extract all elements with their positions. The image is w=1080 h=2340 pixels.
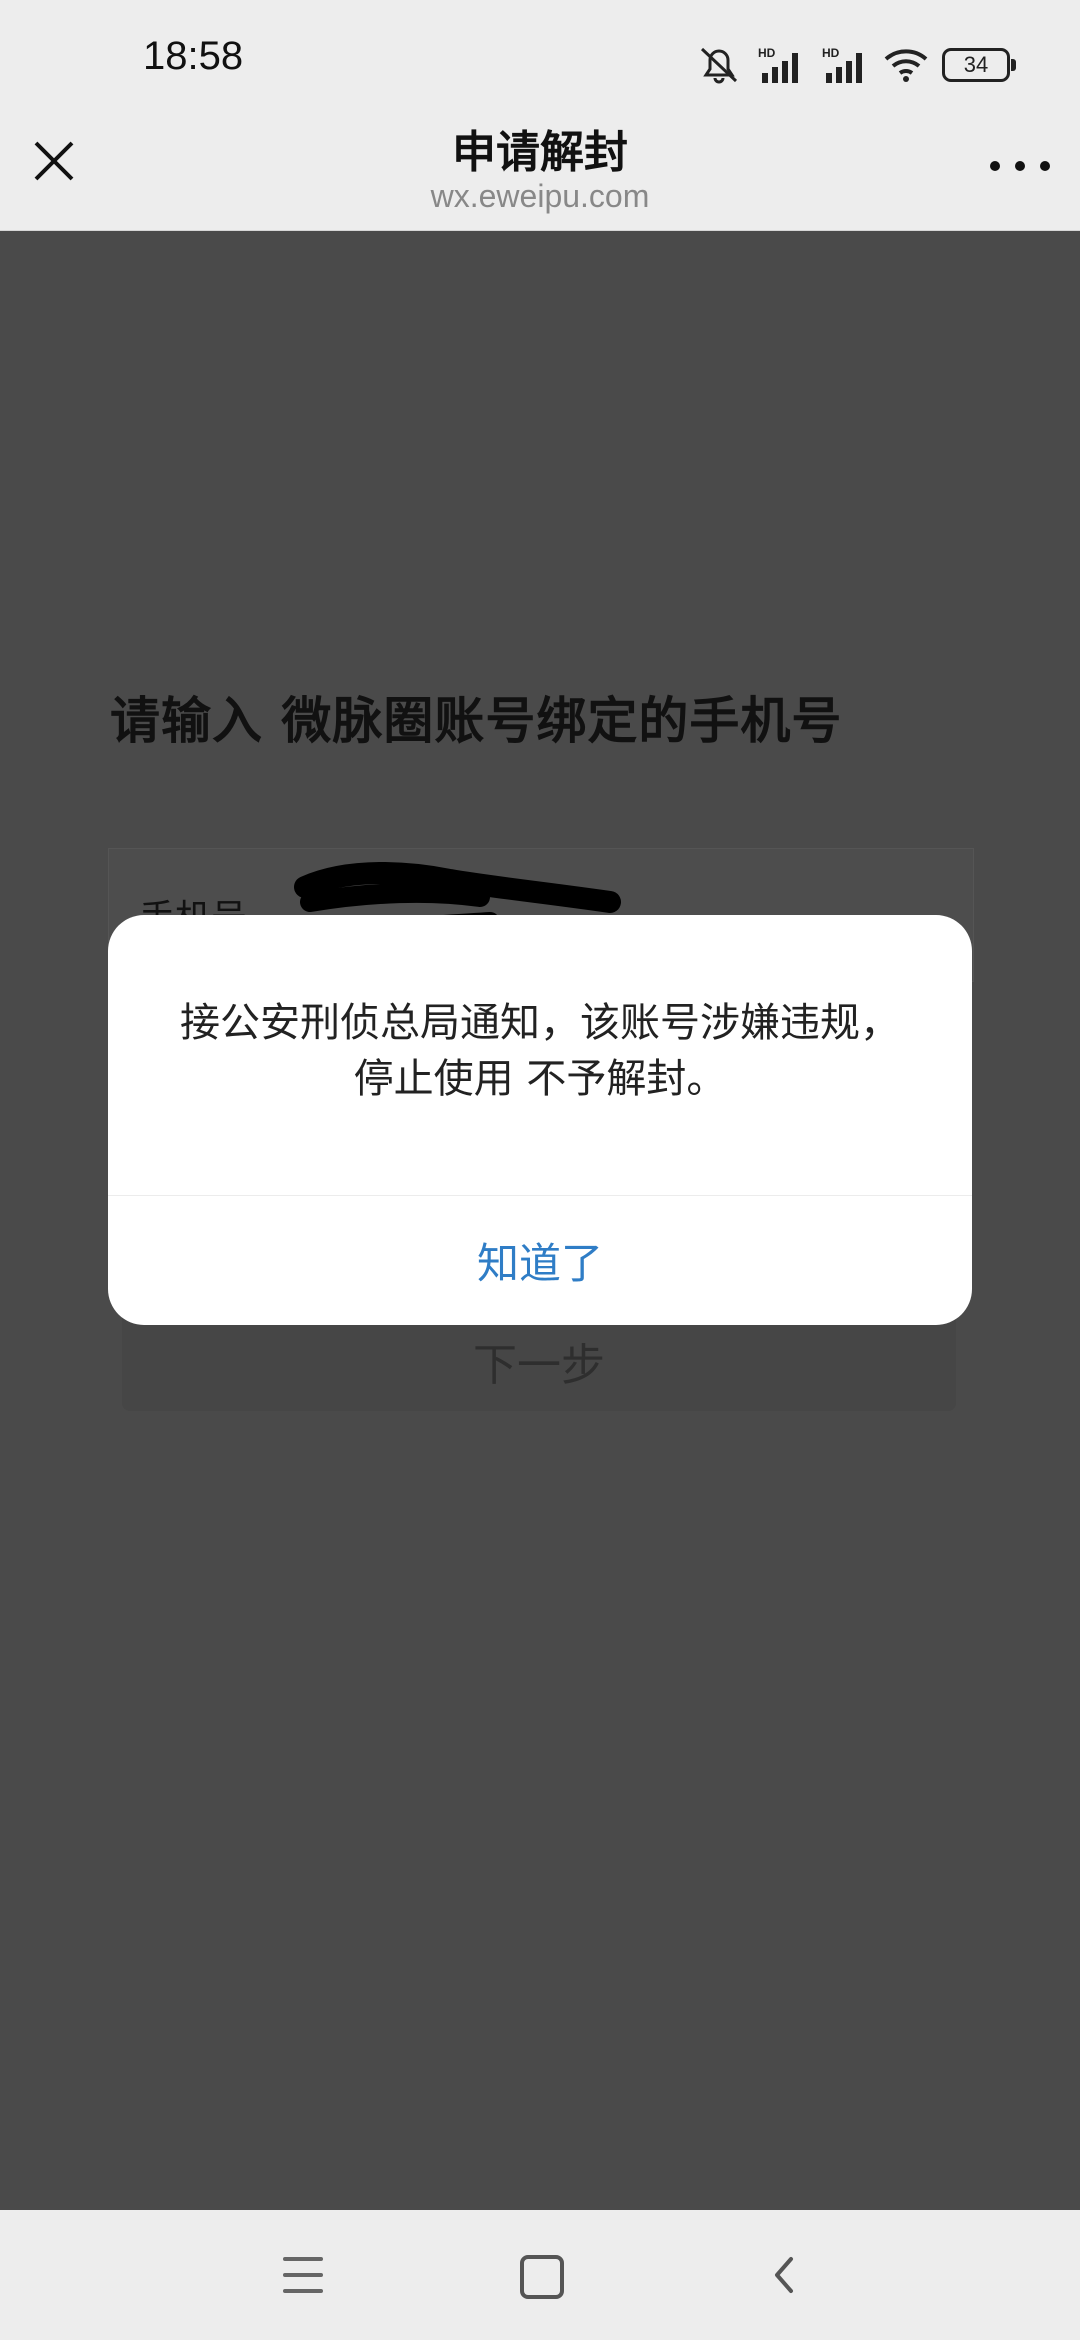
- svg-text:HD: HD: [758, 46, 776, 60]
- dialog-ok-button[interactable]: 知道了: [108, 1196, 972, 1325]
- dot: [990, 161, 1000, 171]
- home-icon[interactable]: [520, 2255, 564, 2299]
- nav-bar: 申请解封 wx.eweipu.com: [0, 100, 1080, 231]
- svg-text:HD: HD: [822, 46, 840, 60]
- page-url: wx.eweipu.com: [430, 178, 650, 214]
- alert-dialog: 接公安刑侦总局通知，该账号涉嫌违规，停止使用 不予解封。 知道了: [108, 915, 972, 1325]
- status-time: 18:58: [143, 34, 244, 78]
- system-nav-bar: [0, 2210, 1080, 2340]
- form-heading: 请输入 微脉圈账号绑定的手机号: [110, 692, 843, 750]
- back-icon[interactable]: [765, 2255, 805, 2295]
- next-button-label: 下一步: [473, 1340, 605, 1391]
- menu-line: [283, 2289, 323, 2293]
- hd-signal-icon: HD: [822, 46, 862, 83]
- hd-signal-icon: HD: [758, 46, 798, 83]
- dialog-message: 接公安刑侦总局通知，该账号涉嫌违规，停止使用 不予解封。: [180, 1000, 900, 1102]
- menu-icon[interactable]: [283, 2257, 323, 2293]
- wifi-icon: [884, 49, 928, 82]
- menu-line: [283, 2257, 323, 2261]
- status-icons: HD HD 34: [696, 40, 1016, 90]
- mute-icon: [700, 47, 738, 84]
- dot: [1015, 161, 1025, 171]
- dot: [1040, 161, 1050, 171]
- page-title: 申请解封: [452, 127, 628, 178]
- menu-line: [283, 2273, 323, 2277]
- battery-icon: 34: [942, 48, 1016, 82]
- more-options-icon[interactable]: [990, 158, 1050, 174]
